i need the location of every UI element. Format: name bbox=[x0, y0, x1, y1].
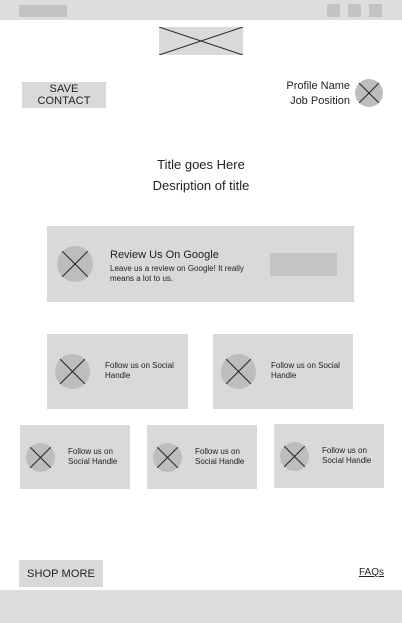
page-description: Desription of title bbox=[152, 178, 250, 193]
placeholder-x-icon bbox=[159, 27, 243, 55]
footer-bar bbox=[0, 590, 402, 623]
profile-name: Profile Name bbox=[286, 80, 350, 92]
shop-more-button[interactable]: SHOP MORE bbox=[19, 560, 103, 587]
social-card[interactable]: Follow us on Social Handle bbox=[20, 425, 130, 489]
social-card-label: Follow us on Social Handle bbox=[271, 361, 340, 380]
status-bar-pill bbox=[19, 5, 67, 17]
review-card[interactable]: Review Us On Google Leave us a review on… bbox=[47, 226, 354, 302]
job-position: Job Position bbox=[290, 95, 350, 107]
google-logo-placeholder bbox=[57, 246, 93, 282]
status-icon bbox=[369, 4, 382, 17]
placeholder-x-icon bbox=[225, 358, 252, 385]
status-icon bbox=[348, 4, 361, 17]
social-card-label: Follow us on Social Handle bbox=[322, 446, 372, 465]
social-card[interactable]: Follow us on Social Handle bbox=[213, 334, 353, 409]
review-card-description: Leave us a review on Google! It really m… bbox=[110, 264, 244, 283]
logo-placeholder bbox=[159, 27, 243, 55]
social-icon-placeholder bbox=[153, 443, 182, 472]
faqs-link[interactable]: FAQs bbox=[359, 567, 384, 578]
save-contact-button[interactable]: SAVE CONTACT bbox=[22, 82, 106, 108]
social-card[interactable]: Follow us on Social Handle bbox=[47, 334, 188, 409]
profile-block: Profile Name Job Position bbox=[286, 79, 350, 109]
social-card-label: Follow us on Social Handle bbox=[105, 361, 174, 380]
placeholder-x-icon bbox=[29, 446, 52, 469]
social-icon-placeholder bbox=[26, 443, 55, 472]
social-icon-placeholder bbox=[55, 354, 90, 389]
social-card-label: Follow us on Social Handle bbox=[68, 447, 118, 466]
review-card-title: Review Us On Google bbox=[110, 249, 219, 261]
placeholder-x-icon bbox=[283, 445, 306, 468]
avatar-placeholder-icon bbox=[358, 82, 380, 104]
social-card[interactable]: Follow us on Social Handle bbox=[147, 425, 257, 489]
placeholder-x-icon bbox=[61, 250, 89, 278]
profile-avatar[interactable] bbox=[355, 79, 383, 107]
review-button[interactable] bbox=[270, 253, 337, 276]
placeholder-x-icon bbox=[156, 446, 179, 469]
social-icon-placeholder bbox=[280, 442, 309, 471]
social-card-label: Follow us on Social Handle bbox=[195, 447, 245, 466]
social-icon-placeholder bbox=[221, 354, 256, 389]
social-card[interactable]: Follow us on Social Handle bbox=[274, 424, 384, 488]
placeholder-x-icon bbox=[59, 358, 86, 385]
page-title: Title goes Here bbox=[157, 157, 245, 172]
status-icon bbox=[327, 4, 340, 17]
